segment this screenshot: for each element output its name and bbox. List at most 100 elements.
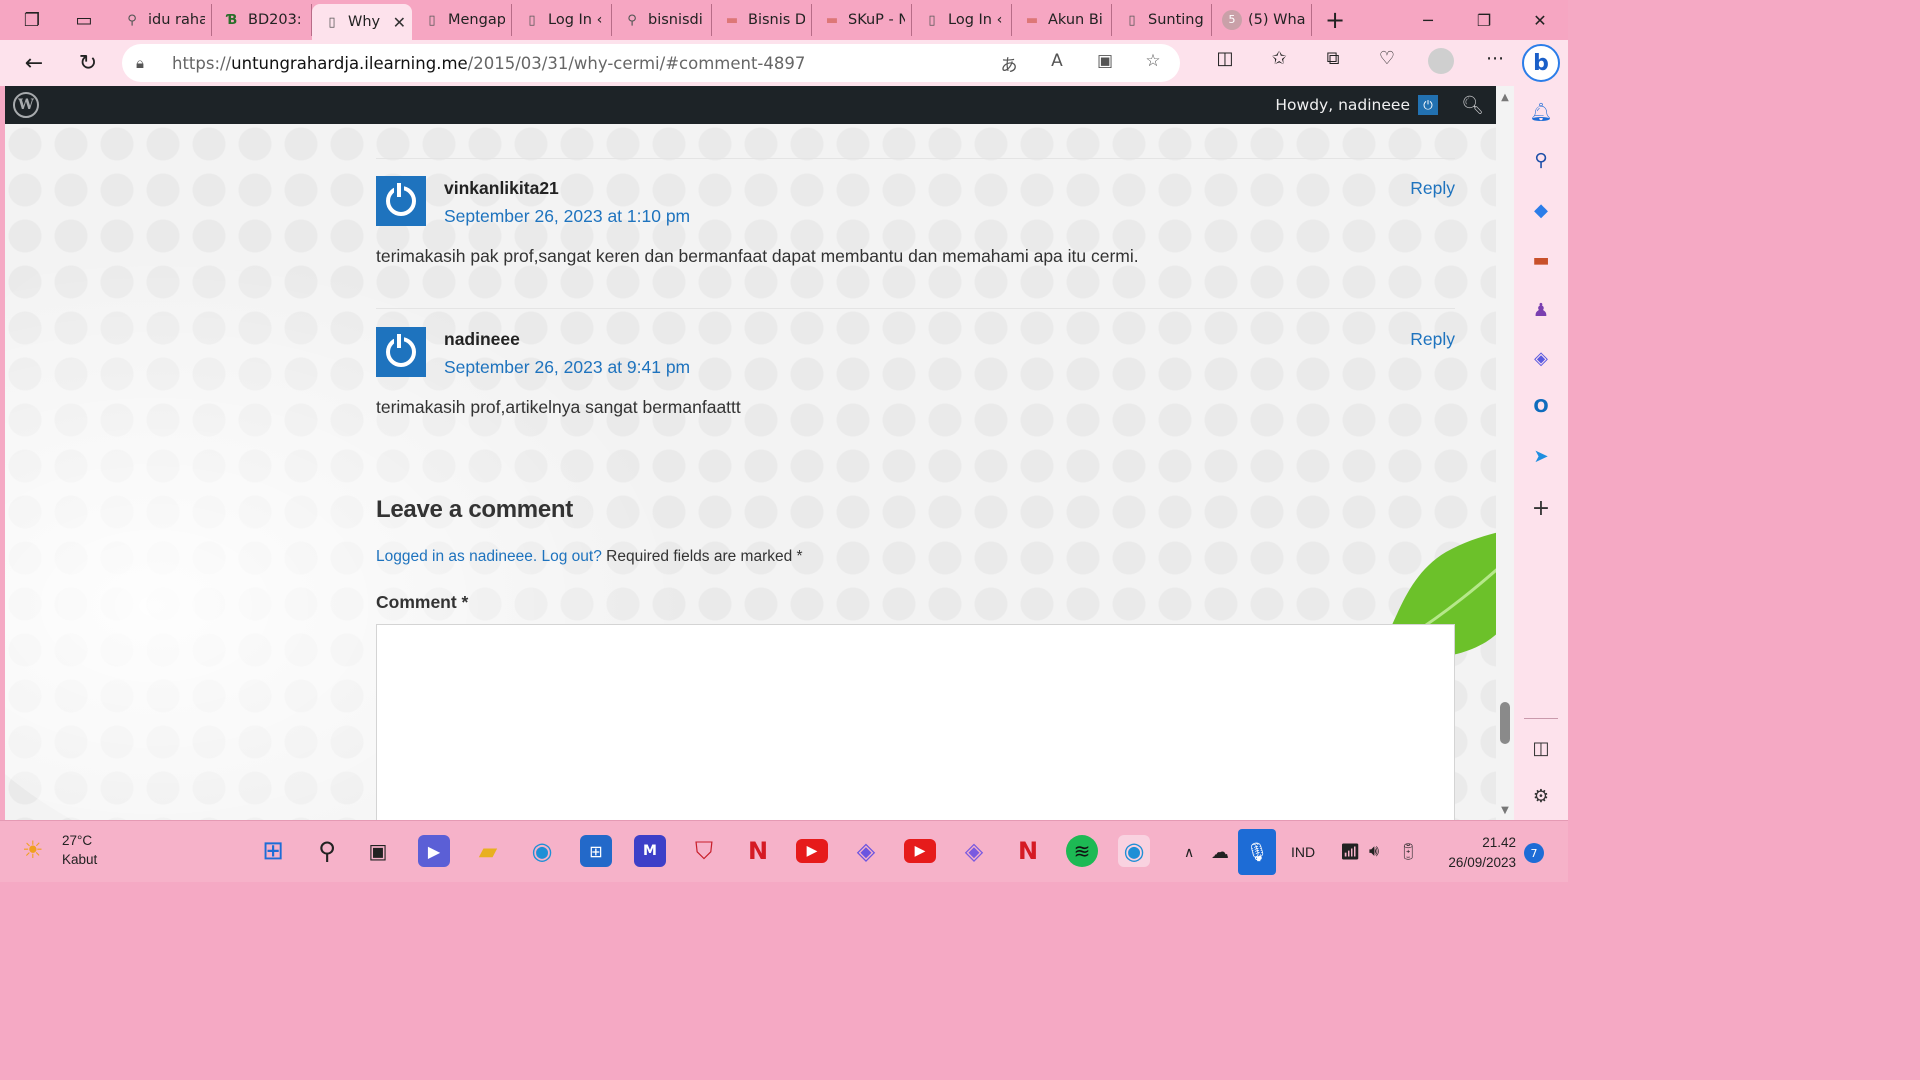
navigation-bar: ← ↻ 🔒︎ https://untungrahardja.ilearning.… bbox=[0, 40, 1568, 86]
browser-essentials-icon[interactable]: ♡ bbox=[1360, 48, 1414, 79]
site-favicon: ▬ bbox=[825, 12, 839, 28]
address-bar[interactable]: 🔒︎ https://untungrahardja.ilearning.me/2… bbox=[122, 44, 1180, 82]
required-fields-note: Required fields are marked * bbox=[606, 548, 803, 565]
comment-date-link[interactable]: September 26, 2023 at 9:41 pm bbox=[444, 357, 690, 378]
wifi-icon[interactable]: 📶︎ bbox=[1340, 821, 1360, 883]
office-app-icon[interactable]: ◈ bbox=[958, 835, 990, 867]
immersive-reader-icon[interactable]: ▣ bbox=[1092, 51, 1118, 76]
wordpress-logo-icon[interactable]: W bbox=[13, 92, 39, 118]
profile-avatar[interactable] bbox=[1414, 47, 1468, 79]
admin-search-icon[interactable]: 🔍︎ bbox=[1461, 86, 1484, 124]
page-scrollbar[interactable]: ▲ ▼ bbox=[1496, 86, 1514, 820]
minimize-icon[interactable]: ─ bbox=[1400, 0, 1456, 40]
system-clock[interactable]: 21.42 26/09/2023 bbox=[1448, 833, 1516, 873]
collections-icon[interactable]: ⧉ bbox=[1306, 48, 1360, 79]
comment-date-link[interactable]: September 26, 2023 at 1:10 pm bbox=[444, 206, 690, 227]
tab-12[interactable]: 5 (5) Wha bbox=[1212, 4, 1312, 36]
favorite-star-icon[interactable]: ☆ bbox=[1140, 51, 1166, 76]
reply-link[interactable]: Reply bbox=[1410, 178, 1455, 199]
tab-9[interactable]: ▯ Log In ‹ bbox=[912, 4, 1012, 36]
scroll-down-arrow-icon[interactable]: ▼ bbox=[1499, 805, 1511, 816]
microphone-icon[interactable]: 🎙︎ bbox=[1238, 829, 1276, 875]
tab-5[interactable]: ▯ Log In ‹ bbox=[512, 4, 612, 36]
tab-8[interactable]: ▬ SKuP - N bbox=[812, 4, 912, 36]
site-favicon: Ɓ bbox=[226, 12, 238, 28]
weather-widget[interactable]: ☀ 27°C Kabut bbox=[22, 831, 97, 869]
youtube-app-icon[interactable]: ▶ bbox=[904, 839, 936, 863]
workspaces-icon[interactable]: ❐ bbox=[14, 5, 50, 35]
shopping-tag-icon[interactable]: ◆ bbox=[1527, 196, 1555, 224]
notifications-bell-icon[interactable]: 🔔︎ bbox=[1527, 98, 1555, 126]
show-hidden-icons[interactable]: ∧ bbox=[1184, 821, 1194, 883]
edge-browser-icon[interactable]: ◉ bbox=[526, 835, 558, 867]
input-language-indicator[interactable]: IND bbox=[1291, 821, 1315, 883]
spotify-icon[interactable]: ≋ bbox=[1066, 835, 1098, 867]
microsoft-365-icon[interactable]: ◈ bbox=[1527, 344, 1555, 372]
restore-icon[interactable]: ❐ bbox=[1456, 0, 1512, 40]
window-controls: ─ ❐ ✕ bbox=[1400, 0, 1568, 40]
scrollbar-thumb[interactable] bbox=[1500, 702, 1510, 744]
microsoft-store-icon[interactable]: ⊞ bbox=[580, 835, 612, 867]
comment-text: terimakasih pak prof,sangat keren dan be… bbox=[376, 246, 1139, 266]
outlook-icon[interactable]: O bbox=[1527, 392, 1555, 420]
close-tab-icon[interactable]: ✕ bbox=[393, 13, 406, 32]
comment-textarea[interactable] bbox=[376, 624, 1455, 820]
onedrive-cloud-icon[interactable]: ☁ bbox=[1211, 821, 1229, 883]
taskbar-search-icon[interactable]: ⚲ bbox=[311, 835, 343, 867]
tab-10[interactable]: ▬ Akun Bi bbox=[1012, 4, 1112, 36]
task-view-icon[interactable]: ▣ bbox=[362, 835, 394, 867]
tab-label: idu raha bbox=[148, 12, 205, 28]
favorites-icon[interactable]: ✩ bbox=[1252, 48, 1306, 79]
edge-active-icon[interactable]: ◉ bbox=[1118, 835, 1150, 867]
logout-link[interactable]: Log out? bbox=[541, 548, 601, 565]
tab-3-active[interactable]: ▯ Why ✕ bbox=[312, 4, 412, 40]
tab-actions-icon[interactable]: ▭ bbox=[66, 5, 102, 35]
tools-briefcase-icon[interactable]: ▬ bbox=[1527, 246, 1555, 274]
split-screen-icon[interactable]: ◫ bbox=[1198, 48, 1252, 79]
page-icon: ▯ bbox=[428, 12, 436, 28]
translate-icon[interactable]: あ bbox=[996, 51, 1022, 76]
commenter-avatar bbox=[376, 176, 426, 226]
games-icon[interactable]: ♟ bbox=[1527, 296, 1555, 324]
tab-list: ⚲ idu raha Ɓ BD203: / ▯ Why ✕ ▯ Mengap ▯ Log I… bbox=[112, 0, 1312, 40]
read-aloud-icon[interactable]: A bbox=[1044, 51, 1070, 76]
reload-icon[interactable]: ↻ bbox=[68, 45, 108, 81]
youtube-icon[interactable]: ▶ bbox=[796, 839, 828, 863]
netflix-icon[interactable]: N bbox=[742, 835, 774, 867]
scroll-up-arrow-icon[interactable]: ▲ bbox=[1499, 92, 1511, 103]
tab-7[interactable]: ▬ Bisnis D bbox=[712, 4, 812, 36]
notification-count-badge[interactable]: 7 bbox=[1524, 843, 1544, 863]
profile-icon bbox=[1428, 47, 1454, 74]
vpn-app-icon[interactable]: M bbox=[634, 835, 666, 867]
close-window-icon[interactable]: ✕ bbox=[1512, 0, 1568, 40]
back-arrow-icon[interactable]: ← bbox=[14, 45, 54, 81]
tab-2[interactable]: Ɓ BD203: / bbox=[212, 4, 312, 36]
my-account-menu[interactable]: Howdy, nadineee ⏻ bbox=[1275, 86, 1438, 124]
tab-6[interactable]: ⚲ bisnisdi bbox=[612, 4, 712, 36]
hide-sidebar-icon[interactable]: ◫ bbox=[1527, 734, 1555, 762]
reply-link[interactable]: Reply bbox=[1410, 329, 1455, 350]
netflix-app-icon[interactable]: N bbox=[1012, 835, 1044, 867]
sidebar-settings-gear-icon[interactable]: ⚙ bbox=[1527, 782, 1555, 810]
new-tab-button[interactable]: + bbox=[1318, 5, 1352, 35]
sidebar-search-icon[interactable]: ⚲ bbox=[1527, 146, 1555, 174]
tab-1[interactable]: ⚲ idu raha bbox=[112, 4, 212, 36]
file-explorer-icon[interactable]: ▰ bbox=[472, 835, 504, 867]
profile-link[interactable]: Logged in as nadineee. bbox=[376, 548, 537, 565]
start-windows-icon[interactable]: ⊞ bbox=[257, 835, 289, 867]
battery-icon[interactable]: 🔋︎ bbox=[1398, 821, 1418, 883]
drop-send-icon[interactable]: ➤ bbox=[1527, 442, 1555, 470]
gravatar-icon bbox=[386, 183, 416, 216]
tab-4[interactable]: ▯ Mengap bbox=[412, 4, 512, 36]
mcafee-shield-icon[interactable]: ⛉ bbox=[688, 835, 720, 867]
url-text[interactable]: https://untungrahardja.ilearning.me/2015… bbox=[172, 54, 996, 73]
microsoft-365-app-icon[interactable]: ◈ bbox=[850, 835, 882, 867]
add-sidebar-app-icon[interactable]: + bbox=[1527, 494, 1555, 522]
windows-taskbar: ☀ 27°C Kabut ⊞ ⚲ ▣ ▶ ▰ ◉ ⊞ M ⛉ N ▶ ◈ ▶ ◈ … bbox=[0, 820, 1568, 882]
volume-icon[interactable]: 🔊︎ bbox=[1369, 821, 1379, 883]
bing-copilot-icon[interactable]: b bbox=[1522, 44, 1560, 82]
teams-chat-icon[interactable]: ▶ bbox=[418, 835, 450, 867]
site-favicon: ▬ bbox=[1025, 12, 1039, 28]
tab-11[interactable]: ▯ Sunting bbox=[1112, 4, 1212, 36]
lock-icon[interactable]: 🔒︎ bbox=[136, 54, 160, 72]
